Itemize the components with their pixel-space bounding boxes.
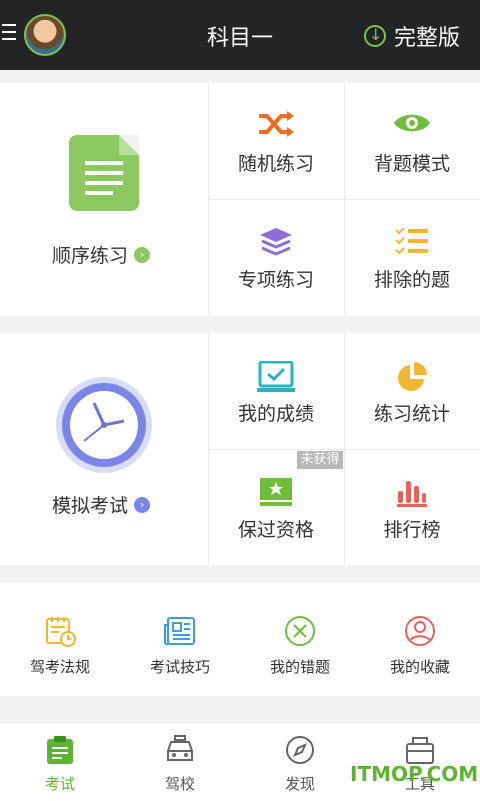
clipboard-icon (47, 736, 73, 764)
my-mistakes-button[interactable]: 我的错题 (240, 583, 360, 696)
clock-icon (62, 383, 146, 467)
exam-tips-button[interactable]: 考试技巧 (120, 583, 240, 696)
sequential-practice-label: 顺序练习 › (52, 241, 151, 268)
my-scores-button[interactable]: 我的成绩 (208, 333, 344, 449)
certificate-icon (260, 478, 292, 506)
sequential-practice-button[interactable]: 顺序练习 › (0, 83, 209, 316)
user-circle-icon (405, 616, 435, 646)
eye-icon (394, 114, 430, 132)
car-icon (167, 735, 193, 761)
my-favorites-button[interactable]: 我的收藏 (360, 583, 480, 696)
tab-exam[interactable]: 考试 (0, 723, 120, 801)
sequential-practice-text: 顺序练习 (52, 245, 129, 267)
watermark: ITMOP.COM (350, 762, 479, 786)
laptop-check-icon (257, 361, 295, 392)
pie-chart-icon (398, 362, 427, 391)
topic-practice-label: 专项练习 (237, 269, 314, 291)
topic-practice-button[interactable]: 专项练习 (208, 199, 344, 315)
toolbox-icon (406, 737, 434, 764)
mock-exam-button[interactable]: 模拟考试 › (0, 333, 209, 565)
status-badge: 未获得 (297, 451, 343, 469)
tab-discover-label: 发现 (284, 775, 315, 793)
excluded-questions-button[interactable]: 排除的题 (344, 199, 480, 315)
exam-card: 模拟考试 › 我的成绩 练习统计 保过资格 排行榜 (0, 333, 480, 565)
shuffle-icon (259, 111, 294, 137)
checklist-icon (395, 227, 428, 255)
x-circle-icon (285, 616, 315, 646)
tab-exam-label: 考试 (44, 775, 75, 793)
document-icon (69, 135, 139, 211)
leaderboard-button[interactable]: 排行榜 (344, 449, 480, 565)
random-practice-button[interactable]: 随机练习 (208, 83, 344, 199)
my-favorites-label: 我的收藏 (389, 658, 450, 676)
mock-exam-label: 模拟考试 › (52, 491, 151, 518)
newspaper-icon (164, 617, 195, 646)
tab-driving-school-label: 驾校 (164, 775, 195, 793)
full-version-label: 完整版 (393, 26, 460, 51)
practice-stats-button[interactable]: 练习统计 (344, 333, 480, 449)
traffic-rules-button[interactable]: 驾考法规 (0, 583, 120, 696)
download-icon (363, 25, 386, 47)
calendar-clock-icon (46, 617, 76, 647)
traffic-rules-label: 驾考法规 (29, 658, 90, 676)
mock-exam-text: 模拟考试 (52, 495, 129, 517)
exam-tips-label: 考试技巧 (149, 658, 210, 676)
random-practice-label: 随机练习 (237, 153, 314, 175)
bar-chart-icon (397, 481, 427, 507)
tab-driving-school[interactable]: 驾校 (120, 723, 240, 801)
practice-stats-label: 练习统计 (373, 403, 450, 425)
layers-icon (260, 228, 292, 256)
practice-card: 顺序练习 › 随机练习 背题模式 专项练习 排除的题 (0, 83, 480, 316)
recite-mode-label: 背题模式 (373, 153, 450, 175)
tools-row: 驾考法规 考试技巧 我的错题 我的收藏 (0, 583, 480, 696)
chevron-right-icon: › (134, 246, 151, 263)
tab-discover[interactable]: 发现 (240, 723, 360, 801)
recite-mode-button[interactable]: 背题模式 (344, 83, 480, 199)
my-mistakes-label: 我的错题 (269, 658, 330, 676)
chevron-right-icon: › (134, 496, 151, 513)
excluded-questions-label: 排除的题 (373, 269, 450, 291)
pass-qualification-label: 保过资格 (237, 519, 314, 541)
my-scores-label: 我的成绩 (237, 403, 314, 425)
full-version-button[interactable]: 完整版 (363, 20, 460, 52)
leaderboard-label: 排行榜 (383, 519, 441, 541)
app-header: 科目一 完整版 (0, 0, 480, 70)
compass-icon (286, 736, 314, 764)
